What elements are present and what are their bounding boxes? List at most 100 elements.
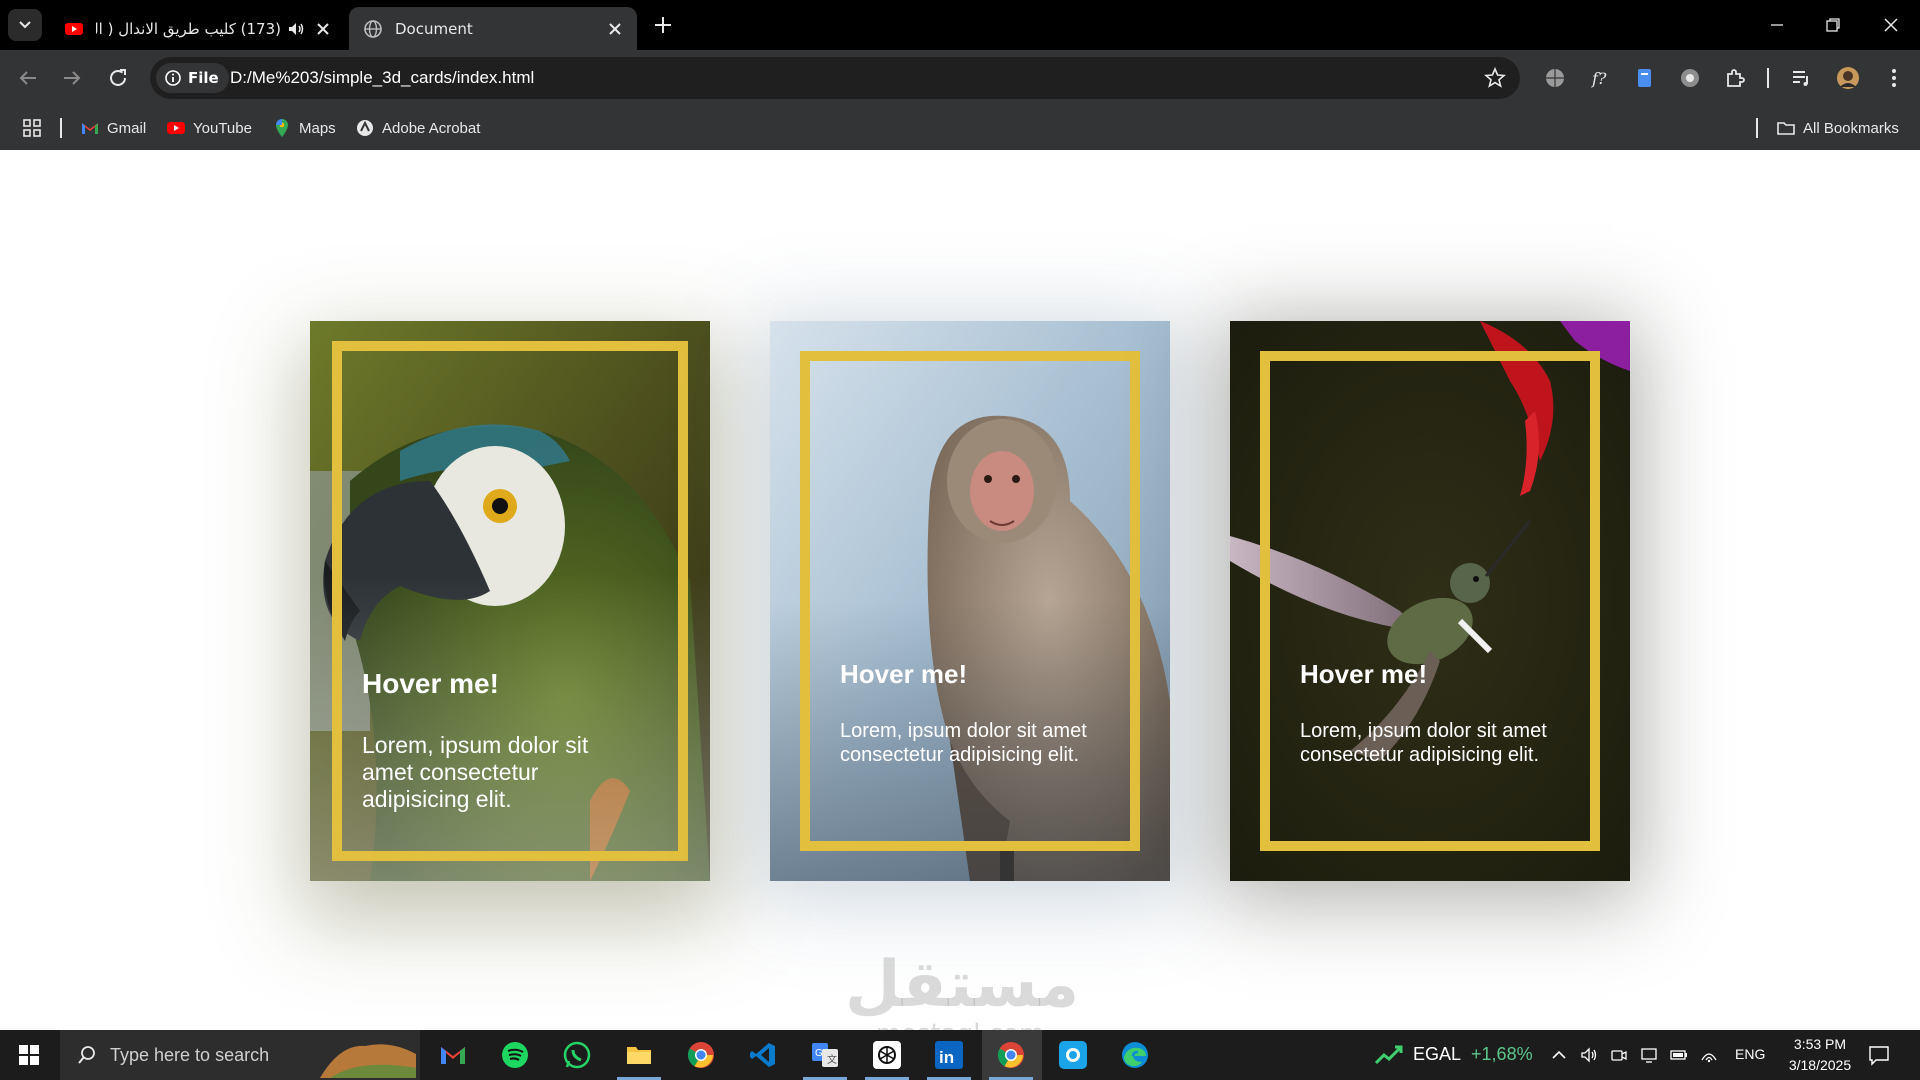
acrobat-icon (357, 120, 373, 136)
page-viewport: Hover me! Lorem, ipsum dolor sit amet co… (0, 150, 1920, 1048)
card-text: Lorem, ipsum dolor sit amet consectetur … (362, 732, 589, 812)
notification-icon[interactable] (1868, 1044, 1890, 1066)
maps-icon (276, 119, 288, 137)
chrome-icon[interactable] (686, 1040, 716, 1070)
youtube-icon (65, 22, 83, 35)
search-placeholder: Type here to search (110, 1044, 270, 1065)
taskbar-clock[interactable]: 3:53 PM 3/18/2025 (1770, 1034, 1870, 1076)
windows-taskbar: Type here to search G文 in EGAL +1,68% EN… (0, 1030, 1920, 1080)
spotify-icon[interactable] (500, 1040, 530, 1070)
folder-icon (1777, 122, 1795, 135)
restore-icon[interactable] (1822, 14, 1844, 36)
bookmarks-bar: Gmail YouTube Maps Adobe Acrobat All Boo… (0, 106, 1920, 151)
card-monkey[interactable]: Hover me! Lorem, ipsum dolor sit amet co… (770, 321, 1170, 881)
bookmark-label: Maps (299, 119, 336, 137)
address-bar[interactable]: File D:/Me%203/simple_3d_cards/index.htm… (150, 57, 1520, 99)
gmail-icon[interactable] (438, 1040, 468, 1070)
card-title: Hover me! (1300, 659, 1428, 689)
bookmark-maps[interactable]: Maps (272, 116, 336, 140)
stock-change: +1,68% (1471, 1044, 1533, 1064)
forward-arrow-icon[interactable] (60, 66, 84, 90)
close-window-icon[interactable] (1880, 14, 1902, 36)
windows-start-icon[interactable] (18, 1044, 40, 1066)
bookmark-youtube[interactable]: YouTube (166, 116, 252, 140)
svg-text:f?: f? (1591, 69, 1607, 88)
card-frame (1260, 351, 1600, 851)
site-info-chip[interactable]: File (156, 63, 229, 93)
extension-badge-icon[interactable] (1678, 66, 1702, 90)
clock-time: 3:53 PM (1793, 1036, 1847, 1052)
gmail-icon (82, 123, 98, 134)
toolbar-separator (1767, 68, 1769, 88)
linkedin-icon[interactable]: in (934, 1040, 964, 1070)
tab-title: Document (395, 19, 473, 38)
card-frame (800, 351, 1140, 851)
tab-title: (173) كليب طريق الاندال ( الـ (96, 19, 281, 38)
search-highlight-image (320, 1044, 416, 1078)
bookmark-adobe-acrobat[interactable]: Adobe Acrobat (355, 116, 480, 140)
all-bookmarks-button[interactable]: All Bookmarks (1776, 116, 1899, 140)
avatar[interactable] (1836, 66, 1860, 90)
apps-grid-icon[interactable] (22, 118, 42, 138)
chevron-up-icon[interactable] (1550, 1046, 1568, 1064)
volume-icon[interactable] (1580, 1046, 1598, 1064)
wifi-icon[interactable] (1700, 1046, 1718, 1064)
taskbar-search-input[interactable]: Type here to search (60, 1030, 420, 1080)
info-icon (165, 70, 181, 86)
reload-icon[interactable] (106, 66, 130, 90)
battery-icon[interactable] (1670, 1046, 1688, 1064)
browser-toolbar: File D:/Me%203/simple_3d_cards/index.htm… (0, 50, 1920, 106)
file-explorer-icon[interactable] (624, 1040, 654, 1070)
chatgpt-icon[interactable] (872, 1040, 902, 1070)
whatsapp-icon[interactable] (562, 1040, 592, 1070)
card-text: Lorem, ipsum dolor sit amet consectetur … (840, 720, 1087, 766)
svg-text:G: G (815, 1048, 823, 1059)
svg-text:in: in (939, 1048, 954, 1067)
globe-icon (364, 19, 382, 38)
all-bookmarks-label: All Bookmarks (1803, 119, 1899, 137)
tab-document[interactable]: Document (349, 7, 637, 50)
tab-search-button[interactable] (8, 9, 42, 41)
close-tab-icon[interactable] (607, 21, 623, 37)
card-title: Hover me! (840, 659, 968, 689)
translate-globe-icon[interactable] (1543, 66, 1567, 90)
title-bar: (173) كليب طريق الاندال ( الـ Document (0, 0, 1920, 50)
minimize-icon[interactable] (1766, 14, 1788, 36)
extensions-puzzle-icon[interactable] (1723, 66, 1747, 90)
stock-widget[interactable]: EGAL +1,68% (1375, 1044, 1533, 1065)
language-indicator[interactable]: ENG (1735, 1046, 1765, 1062)
vscode-icon[interactable] (748, 1040, 778, 1070)
bookmark-gmail[interactable]: Gmail (80, 116, 146, 140)
speaker-icon[interactable] (287, 20, 305, 38)
more-menu-icon[interactable] (1882, 66, 1906, 90)
camera-app-icon[interactable] (1058, 1040, 1088, 1070)
bookmark-label: YouTube (193, 119, 252, 137)
docs-extension-icon[interactable] (1633, 66, 1657, 90)
edge-icon[interactable] (1120, 1040, 1150, 1070)
youtube-icon (167, 122, 185, 134)
url-text[interactable]: D:/Me%203/simple_3d_cards/index.html (230, 68, 534, 88)
bookmark-separator (60, 118, 62, 138)
card-title: Hover me! (362, 668, 499, 699)
close-tab-icon[interactable] (315, 21, 331, 37)
formula-extension-icon[interactable]: f? (1588, 66, 1612, 90)
bookmark-star-icon[interactable] (1484, 67, 1506, 89)
clock-date: 3/18/2025 (1788, 1057, 1852, 1073)
new-tab-icon[interactable] (652, 14, 674, 36)
tab-youtube[interactable]: (173) كليب طريق الاندال ( الـ (50, 7, 345, 50)
google-translate-icon[interactable]: G文 (810, 1040, 840, 1070)
media-controls-icon[interactable] (1790, 66, 1814, 90)
search-icon (78, 1046, 95, 1064)
bookmark-label: Adobe Acrobat (382, 119, 481, 137)
site-chip-label: File (188, 69, 219, 87)
card-text: Lorem, ipsum dolor sit amet consectetur … (1300, 720, 1547, 766)
card-parrot[interactable]: Hover me! Lorem, ipsum dolor sit amet co… (310, 321, 710, 881)
meet-now-icon[interactable] (1610, 1046, 1628, 1064)
display-icon[interactable] (1640, 1046, 1658, 1064)
chevron-down-icon (19, 21, 31, 29)
card-hummingbird[interactable]: Hover me! Lorem, ipsum dolor sit amet co… (1230, 321, 1630, 881)
chrome-icon[interactable] (996, 1040, 1026, 1070)
stock-symbol: EGAL (1413, 1044, 1462, 1064)
watermark-arabic: مستقل (845, 948, 1080, 1022)
back-arrow-icon[interactable] (16, 66, 40, 90)
